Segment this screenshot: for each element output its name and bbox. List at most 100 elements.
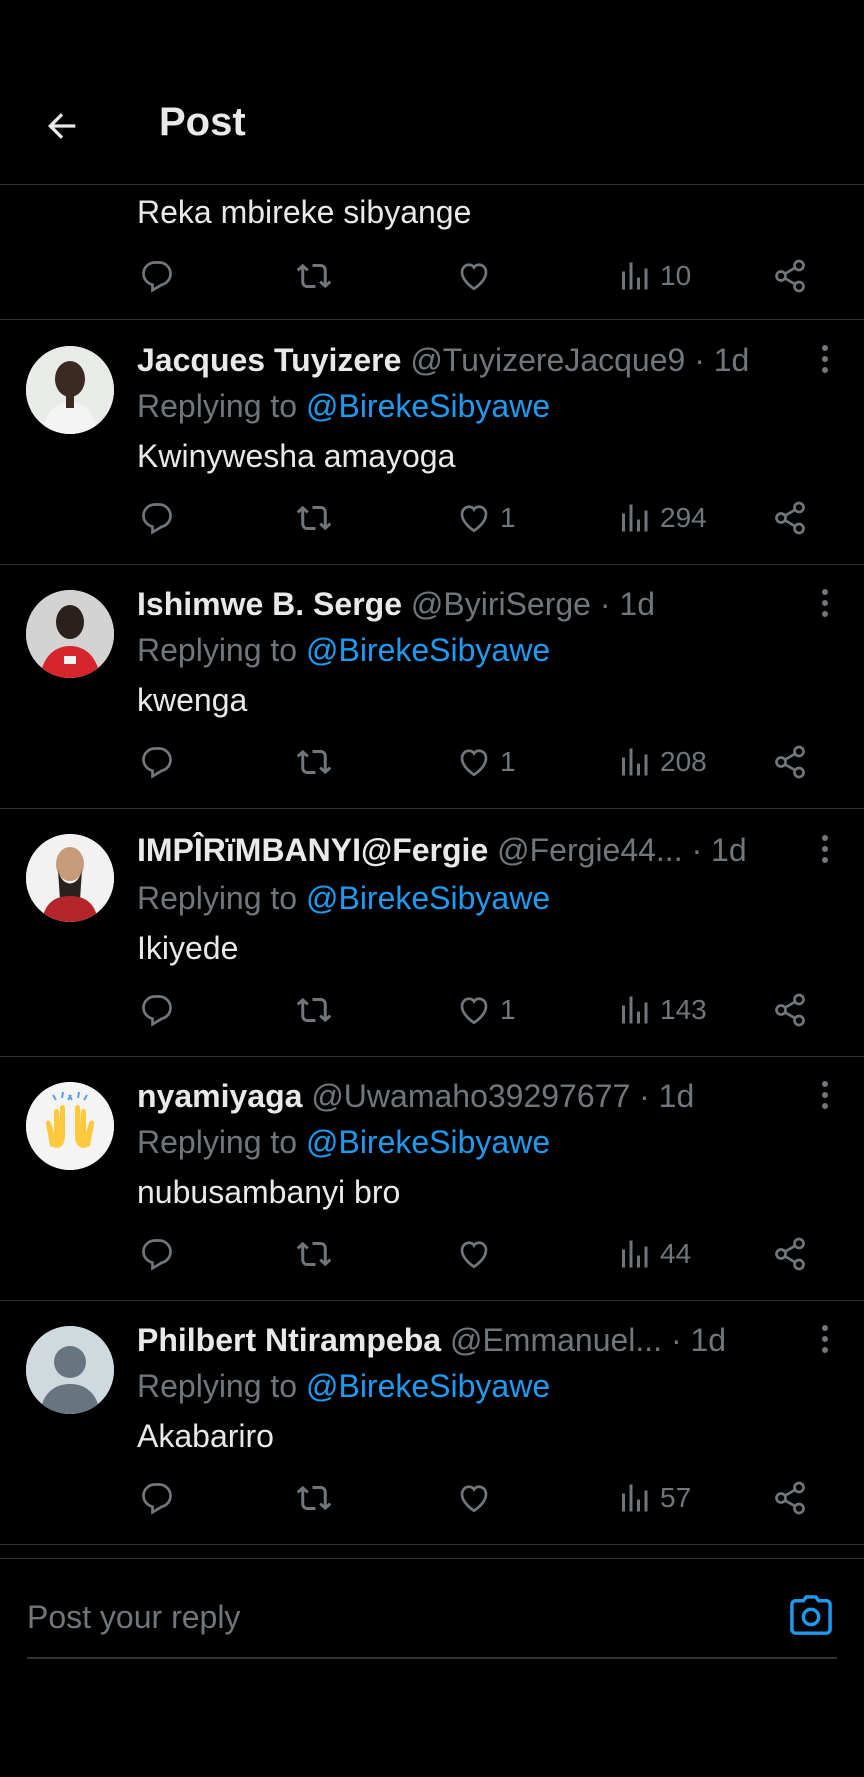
views-count: 57 — [660, 1482, 692, 1513]
avatar[interactable] — [26, 834, 114, 922]
more-button[interactable] — [820, 834, 830, 864]
mention-link[interactable]: @BirekeSibyawe — [306, 880, 550, 916]
reply-icon — [142, 503, 172, 535]
separator-dot: · — [670, 1322, 682, 1358]
list-item[interactable]: Jacques Tuyizere @TuyizereJacque9 · 1d R… — [0, 320, 864, 565]
mention-link[interactable]: @BirekeSibyawe — [306, 632, 550, 668]
replying-to: Replying to @BirekeSibyawe — [137, 388, 550, 425]
reply-text: kwenga — [137, 682, 248, 718]
list-item[interactable]: Philbert Ntirampeba @Emmanuel... · 1d Re… — [0, 1300, 864, 1545]
user-handle[interactable]: @ByiriSerge — [411, 586, 591, 622]
views-button[interactable]: 44 — [616, 1234, 691, 1274]
reply-text: nubusambanyi bro — [137, 1174, 401, 1210]
mention-link[interactable]: @BirekeSibyawe — [306, 1368, 550, 1404]
like-count: 1 — [500, 994, 516, 1025]
reply-button[interactable] — [139, 256, 175, 296]
mention-link[interactable]: @BirekeSibyawe — [306, 388, 550, 424]
views-count: 208 — [660, 746, 707, 777]
repost-button[interactable] — [296, 742, 332, 782]
like-button[interactable] — [456, 256, 500, 296]
replying-to: Replying to @BirekeSibyawe — [137, 632, 550, 669]
avatar[interactable] — [26, 590, 114, 678]
reply-text: Kwinywesha amayoga — [137, 438, 456, 474]
display-name[interactable]: Philbert Ntirampeba — [137, 1322, 441, 1358]
repost-button[interactable] — [296, 990, 332, 1030]
share-icon — [775, 259, 805, 293]
back-button[interactable] — [36, 100, 88, 152]
reply-button[interactable] — [139, 742, 175, 782]
more-icon — [822, 835, 828, 863]
repost-button[interactable] — [296, 256, 332, 296]
share-button[interactable] — [772, 256, 808, 296]
like-button[interactable]: 1 — [456, 498, 516, 538]
share-button[interactable] — [772, 1478, 808, 1518]
avatar[interactable] — [26, 1082, 114, 1170]
user-handle[interactable]: @Emmanuel... — [450, 1322, 662, 1358]
repost-button[interactable] — [296, 498, 332, 538]
raised-hands-icon — [26, 1082, 114, 1170]
reply-icon — [142, 995, 172, 1027]
timestamp: 1d — [619, 586, 655, 622]
like-button[interactable]: 1 — [456, 742, 516, 782]
reply-button[interactable] — [139, 1234, 175, 1274]
reply-icon — [142, 1483, 172, 1515]
more-button[interactable] — [820, 1324, 830, 1354]
page-title: Post — [159, 100, 246, 144]
views-count: 44 — [660, 1238, 692, 1269]
reply-button[interactable] — [139, 498, 175, 538]
like-button[interactable] — [456, 1478, 500, 1518]
separator-dot: · — [639, 1078, 650, 1114]
reply-icon — [142, 747, 172, 779]
avatar[interactable] — [26, 1326, 114, 1414]
timestamp: 1d — [711, 832, 747, 868]
user-handle[interactable]: @Uwamaho39297677 — [311, 1078, 630, 1114]
views-button[interactable]: 143 — [616, 990, 707, 1030]
views-button[interactable]: 294 — [616, 498, 707, 538]
share-button[interactable] — [772, 990, 808, 1030]
list-item[interactable]: IMPÎRïMBANYI@Fergie @Fergie44... · 1d Re… — [0, 808, 864, 1057]
reply-input[interactable]: Post your reply — [27, 1599, 240, 1636]
reply-button[interactable] — [139, 1478, 175, 1518]
repost-button[interactable] — [296, 1478, 332, 1518]
display-name[interactable]: nyamiyaga — [137, 1078, 302, 1114]
views-icon — [622, 1240, 648, 1268]
share-icon — [775, 501, 805, 535]
more-button[interactable] — [820, 1080, 830, 1110]
like-button[interactable] — [456, 1234, 500, 1274]
like-icon — [460, 263, 488, 291]
views-button[interactable]: 10 — [616, 256, 691, 296]
display-name[interactable]: IMPÎRïMBANYI@Fergie — [137, 832, 488, 868]
views-button[interactable]: 208 — [616, 742, 707, 782]
input-underline — [27, 1657, 837, 1659]
timestamp: 1d — [713, 342, 750, 378]
top-app-bar: Post — [0, 0, 864, 185]
more-button[interactable] — [820, 344, 830, 374]
like-button[interactable]: 1 — [456, 990, 516, 1030]
avatar-image — [26, 834, 114, 922]
user-handle[interactable]: @Fergie44... — [497, 832, 682, 868]
replying-to: Replying to @BirekeSibyawe — [137, 1368, 550, 1405]
action-bar: 1 294 — [0, 498, 864, 538]
reply-header: Ishimwe B. Serge @ByiriSerge · 1d — [137, 586, 794, 623]
share-button[interactable] — [772, 498, 808, 538]
camera-button[interactable] — [788, 1595, 834, 1642]
mention-link[interactable]: @BirekeSibyawe — [306, 1124, 550, 1160]
action-bar: 44 — [0, 1234, 864, 1274]
replying-to: Replying to @BirekeSibyawe — [137, 1124, 550, 1161]
reply-header: Philbert Ntirampeba @Emmanuel... · 1d — [137, 1322, 794, 1359]
list-item[interactable]: Ishimwe B. Serge @ByiriSerge · 1d Replyi… — [0, 564, 864, 809]
repost-button[interactable] — [296, 1234, 332, 1274]
share-button[interactable] — [772, 742, 808, 782]
more-icon — [822, 589, 828, 617]
avatar[interactable] — [26, 346, 114, 434]
more-button[interactable] — [820, 588, 830, 618]
list-item[interactable]: nyamiyaga @Uwamaho39297677 · 1d Replying… — [0, 1056, 864, 1301]
share-button[interactable] — [772, 1234, 808, 1274]
views-button[interactable]: 57 — [616, 1478, 691, 1518]
display-name[interactable]: Ishimwe B. Serge — [137, 586, 402, 622]
display-name[interactable]: Jacques Tuyizere — [137, 342, 401, 378]
user-handle[interactable]: @TuyizereJacque9 — [410, 342, 685, 378]
views-icon — [622, 504, 648, 532]
list-item[interactable]: Reka mbireke sibyange 10 — [0, 114, 864, 320]
reply-button[interactable] — [139, 990, 175, 1030]
